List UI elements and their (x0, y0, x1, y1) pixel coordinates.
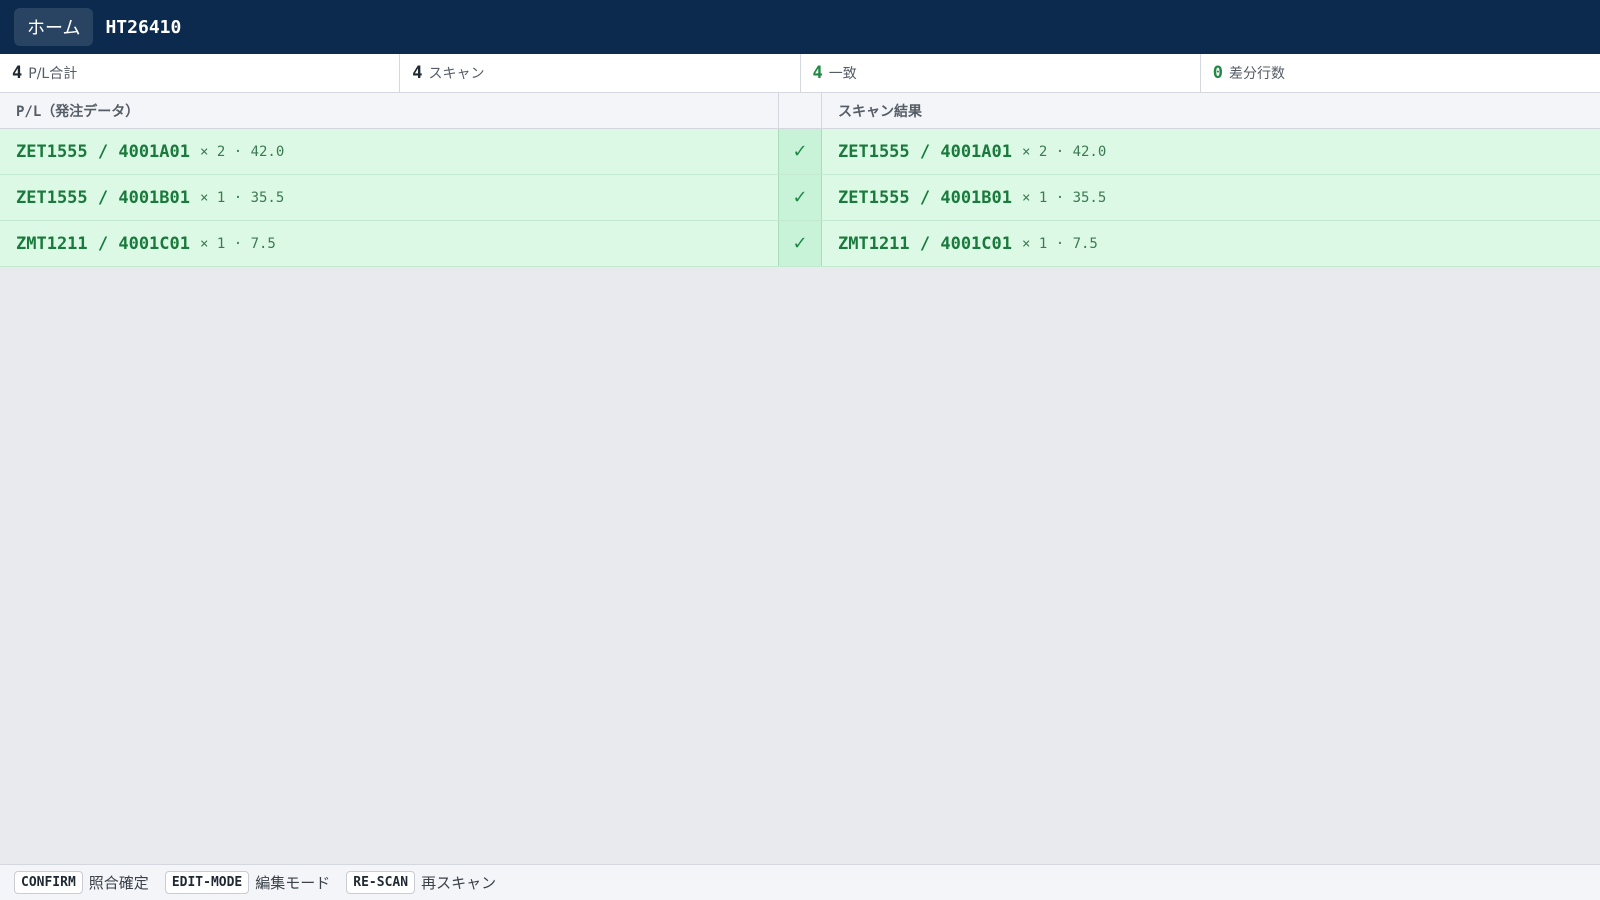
stat-label: 一致 (828, 66, 857, 82)
shortcut-key[interactable]: EDIT-MODE (164, 871, 250, 894)
stat-value: 0 (1212, 63, 1223, 83)
stat-pl-total: 4 P/L合計 (0, 54, 401, 92)
stat-label: 差分行数 (1229, 66, 1285, 82)
shortcut-label: 再スキャン (421, 874, 497, 892)
table-row[interactable]: ZET1555 / 4001A01 × 2 · 42.0 ✓ ZET1555 /… (0, 129, 1600, 175)
scan-cell: ZET1555 / 4001A01 × 2 · 42.0 (822, 129, 1600, 174)
confirm-shortcut[interactable]: CONFIRM 照合確定 (14, 871, 149, 894)
stats-bar: 4 P/L合計 4 スキャン 4 一致 0 差分行数 (0, 54, 1600, 93)
pl-column-header: P/L（発注データ） (16, 103, 140, 120)
item-code: ZET1555 / 4001B01 (838, 187, 1012, 208)
edit-mode-shortcut[interactable]: EDIT-MODE 編集モード (164, 871, 331, 894)
item-code: ZET1555 / 4001A01 (838, 141, 1012, 162)
shortcut-bar: CONFIRM 照合確定 EDIT-MODE 編集モード RE-SCAN 再スキ… (0, 864, 1600, 900)
table-row[interactable]: ZMT1211 / 4001C01 × 1 · 7.5 ✓ ZMT1211 / … (0, 221, 1600, 267)
pl-cell: ZET1555 / 4001A01 × 2 · 42.0 (0, 129, 778, 174)
item-meta: × 1 · 7.5 (200, 235, 276, 252)
match-column-header (778, 93, 822, 128)
stat-value: 4 (812, 63, 823, 83)
stat-match: 4 一致 (801, 54, 1201, 92)
rescan-shortcut[interactable]: RE-SCAN 再スキャン (346, 871, 496, 894)
stat-value: 4 (12, 63, 23, 83)
item-code: ZET1555 / 4001A01 (16, 141, 190, 162)
stat-value: 4 (412, 63, 423, 83)
item-code: ZET1555 / 4001B01 (16, 187, 190, 208)
check-icon: ✓ (778, 129, 822, 174)
item-meta: × 1 · 35.5 (200, 189, 285, 206)
stat-label: P/L合計 (28, 66, 78, 82)
document-id: HT26410 (105, 16, 182, 38)
comparison-rows: ZET1555 / 4001A01 × 2 · 42.0 ✓ ZET1555 /… (0, 129, 1600, 267)
stat-scan: 4 スキャン (400, 54, 801, 92)
item-meta: × 2 · 42.0 (200, 143, 285, 160)
item-code: ZMT1211 / 4001C01 (16, 233, 190, 254)
item-meta: × 1 · 7.5 (1022, 235, 1098, 252)
shortcut-key[interactable]: RE-SCAN (346, 871, 416, 894)
item-meta: × 2 · 42.0 (1022, 143, 1107, 160)
item-meta: × 1 · 35.5 (1022, 189, 1107, 206)
check-icon: ✓ (778, 175, 822, 220)
shortcut-label: 照合確定 (88, 874, 149, 892)
home-button[interactable]: ホーム (14, 8, 94, 46)
top-bar: ホーム HT26410 (0, 0, 1600, 54)
shortcut-key[interactable]: CONFIRM (14, 871, 83, 894)
stat-diff-rows: 0 差分行数 (1201, 54, 1600, 92)
grid-header: P/L（発注データ） スキャン結果 (0, 93, 1600, 129)
stat-label: スキャン (428, 66, 485, 82)
pl-cell: ZMT1211 / 4001C01 × 1 · 7.5 (0, 221, 778, 266)
scan-cell: ZET1555 / 4001B01 × 1 · 35.5 (822, 175, 1600, 220)
check-icon: ✓ (778, 221, 822, 266)
pl-cell: ZET1555 / 4001B01 × 1 · 35.5 (0, 175, 778, 220)
scan-column-header: スキャン結果 (838, 103, 922, 120)
table-row[interactable]: ZET1555 / 4001B01 × 1 · 35.5 ✓ ZET1555 /… (0, 175, 1600, 221)
item-code: ZMT1211 / 4001C01 (838, 233, 1012, 254)
scan-cell: ZMT1211 / 4001C01 × 1 · 7.5 (822, 221, 1600, 266)
shortcut-label: 編集モード (255, 874, 331, 892)
